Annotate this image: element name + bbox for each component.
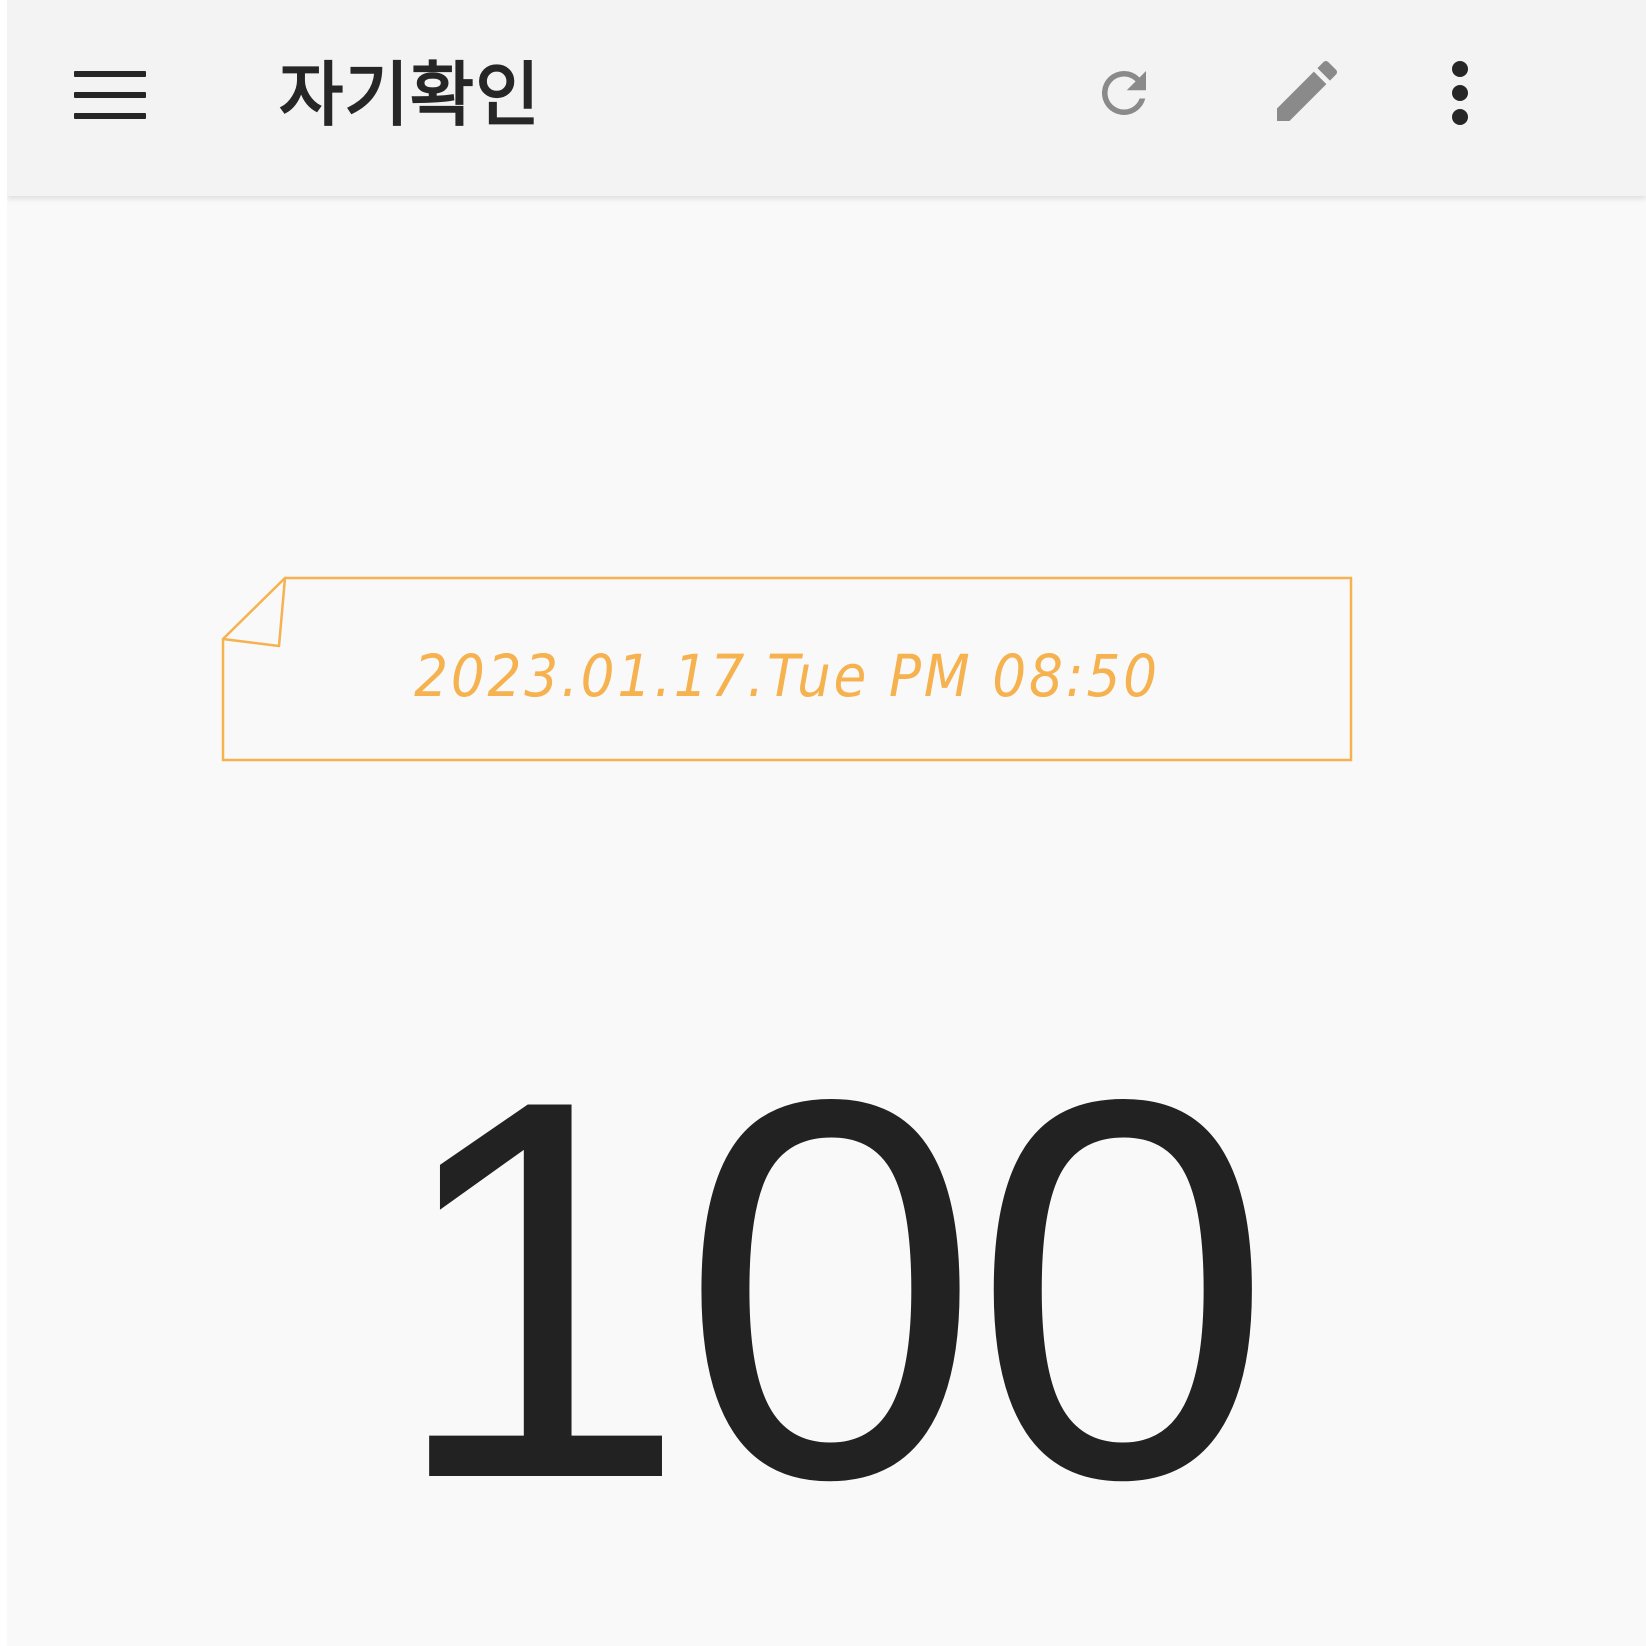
pencil-icon — [1277, 60, 1338, 121]
counter-value: 100 — [388, 988, 1273, 1591]
more-vertical-icon — [1452, 61, 1468, 125]
page-title: 자기확인 — [279, 54, 541, 136]
hamburger-menu-icon — [74, 71, 146, 119]
note-datetime: 2023.01.17.Tue PM 08:50 — [414, 642, 1160, 710]
edit-button[interactable] — [1252, 36, 1362, 146]
refresh-icon — [1101, 70, 1146, 115]
app-bar: 자기확인 — [7, 0, 1646, 196]
menu-button[interactable] — [55, 40, 165, 150]
screen: 자기확인 2023.01.17.Tue PM 08:50 100 — [7, 0, 1646, 1646]
date-note: 2023.01.17.Tue PM 08:50 — [221, 576, 1353, 762]
refresh-button[interactable] — [1069, 38, 1179, 148]
more-options-button[interactable] — [1405, 38, 1515, 148]
